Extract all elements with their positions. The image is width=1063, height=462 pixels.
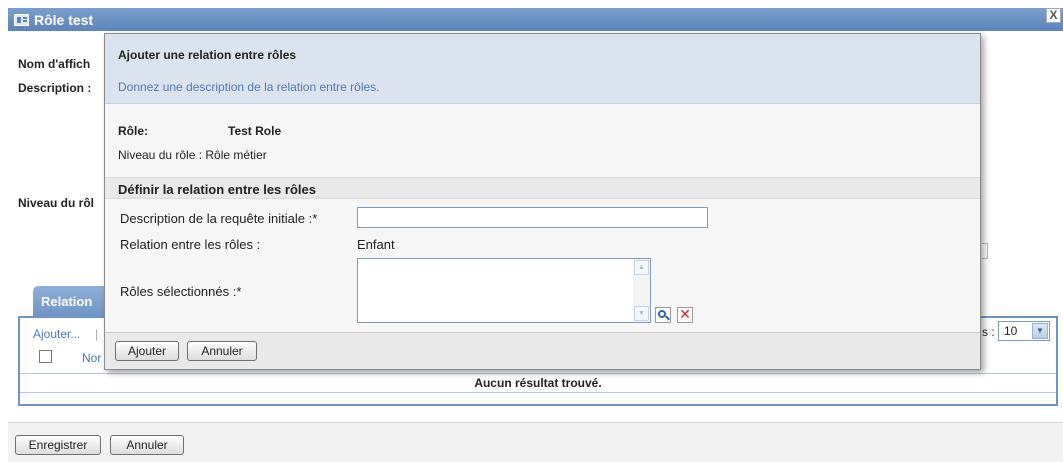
- relation-label: Relation entre les rôles :: [120, 237, 261, 252]
- role-label: Rôle:: [118, 124, 148, 138]
- scroll-down-icon[interactable]: ▼: [634, 306, 649, 321]
- search-icon[interactable]: [655, 307, 671, 323]
- delete-icon[interactable]: ✕: [677, 307, 693, 323]
- section-title: Définir la relation entre les rôles: [105, 177, 980, 199]
- role-level-text: Niveau du rôle : Rôle métier: [118, 148, 267, 162]
- initial-request-label: Description de la requête initiale :*: [120, 211, 318, 226]
- role-level-label: Niveau du rôl: [18, 196, 95, 210]
- dialog-subtitle: Donnez une description de la relation en…: [118, 80, 380, 94]
- chevron-down-icon[interactable]: ▼: [1032, 323, 1048, 339]
- link-separator: |: [95, 327, 99, 341]
- dialog-title: Ajouter une relation entre rôles: [118, 48, 297, 62]
- scroll-up-icon[interactable]: ▲: [634, 260, 649, 275]
- page-size-select[interactable]: 10 ▼: [998, 321, 1050, 341]
- close-icon[interactable]: X: [1046, 8, 1061, 23]
- add-button[interactable]: Ajouter: [115, 341, 179, 361]
- no-results-message: Aucun résultat trouvé.: [20, 373, 1056, 393]
- window-title: Rôle test: [34, 11, 94, 28]
- page-size-label: s :: [982, 325, 995, 339]
- selected-roles-list[interactable]: ▲ ▼: [357, 258, 651, 323]
- background-field-edge: [982, 243, 988, 259]
- page-size-value: 10: [1004, 324, 1018, 338]
- role-value: Test Role: [228, 124, 282, 138]
- page-footer: Enregistrer Annuler: [8, 422, 1063, 462]
- dialog-cancel-button[interactable]: Annuler: [187, 341, 257, 361]
- selected-roles-label: Rôles sélectionnés :*: [120, 284, 242, 299]
- dialog-footer: Ajouter Annuler: [105, 332, 980, 369]
- display-name-label: Nom d'affich: [18, 57, 91, 71]
- relation-value: Enfant: [357, 237, 395, 252]
- window-title-bar: Rôle test: [8, 8, 1063, 31]
- role-icon: [14, 13, 29, 26]
- description-label: Description :: [18, 81, 92, 95]
- add-role-relation-dialog: Ajouter une relation entre rôles Donnez …: [104, 33, 981, 370]
- name-column-header[interactable]: Nor: [82, 351, 101, 365]
- dialog-header: Ajouter une relation entre rôles Donnez …: [105, 34, 980, 104]
- select-all-checkbox[interactable]: [39, 350, 52, 363]
- initial-request-input[interactable]: [357, 207, 708, 228]
- save-button[interactable]: Enregistrer: [15, 435, 101, 455]
- cancel-button[interactable]: Annuler: [110, 435, 184, 455]
- add-relation-link[interactable]: Ajouter...: [33, 327, 80, 341]
- list-scrollbar[interactable]: ▲ ▼: [633, 259, 650, 322]
